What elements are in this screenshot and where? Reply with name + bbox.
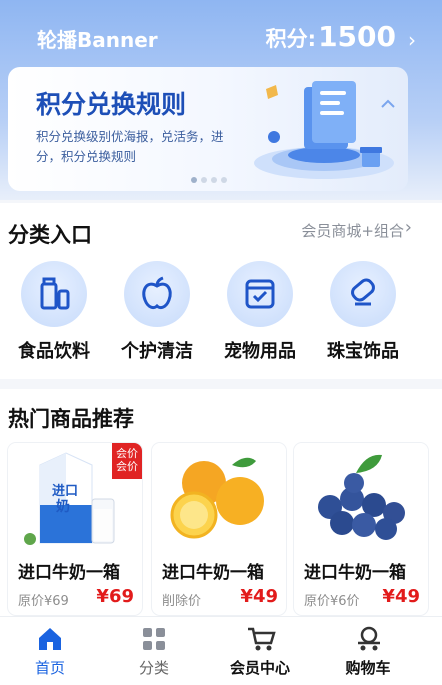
bottom-tab-bar: 首页 分类 会员中心 购物车 xyxy=(0,617,442,685)
product-name: 进口牛奶一箱 xyxy=(162,563,264,583)
sale-price: ¥49 xyxy=(382,586,420,607)
points-label: 积分: xyxy=(265,27,317,51)
tab-home[interactable]: 首页 xyxy=(0,617,100,685)
original-price: 原价¥6价 xyxy=(304,594,360,609)
original-price: 削除价 xyxy=(162,594,202,609)
tab-label: 购物车 xyxy=(345,659,391,677)
pagination-dot[interactable] xyxy=(211,177,217,183)
category-icon-circle xyxy=(330,261,396,327)
category-item-personal-care[interactable]: 个护清洁 xyxy=(112,261,202,363)
category-item-food[interactable]: 食品饮料 xyxy=(9,261,99,363)
top-bar: 轮播Banner 积分:1500 › xyxy=(0,18,442,58)
chevron-right-icon[interactable]: › xyxy=(405,217,412,238)
pagination-dot[interactable] xyxy=(221,177,227,183)
home-icon xyxy=(39,628,61,650)
member-price-badge: 会价 会价 xyxy=(112,443,142,479)
product-card[interactable]: 进口牛奶一箱 削除价 ¥49 xyxy=(152,443,286,615)
member-mall-link[interactable]: 会员商城+组合 xyxy=(301,220,404,241)
sale-price: ¥49 xyxy=(240,586,278,607)
category-label: 个护清洁 xyxy=(121,341,193,362)
apple-icon xyxy=(142,276,172,310)
product-card[interactable]: 进口牛奶一箱 原价¥6价 ¥49 xyxy=(294,443,428,615)
product-name: 进口牛奶一箱 xyxy=(18,563,120,583)
svg-text:进口: 进口 xyxy=(52,484,78,499)
tab-label: 首页 xyxy=(34,659,65,677)
product-card[interactable]: 进口 奶 会价 会价 进口牛奶一箱 原价¥69 ¥69 xyxy=(8,443,142,615)
chevron-right-icon[interactable]: › xyxy=(408,28,416,52)
points-value: 1500 xyxy=(318,20,396,53)
hot-section-title: 热门商品推荐 xyxy=(8,407,134,431)
banner-pagination xyxy=(191,177,227,183)
pagination-dot[interactable] xyxy=(201,177,207,183)
brand-title: 轮播Banner xyxy=(37,28,158,52)
product-name: 进口牛奶一箱 xyxy=(304,563,406,583)
grid-icon xyxy=(143,628,165,650)
tab-category[interactable]: 分类 xyxy=(104,617,204,685)
tab-label: 会员中心 xyxy=(229,659,290,677)
category-label: 珠宝饰品 xyxy=(327,341,399,362)
hot-products-section: 热门商品推荐 进口 奶 会价 会价 进口牛奶一箱 原价¥69 ¥69 进口牛奶一箱… xyxy=(0,389,442,619)
cart-icon xyxy=(248,627,276,651)
tab-label: 分类 xyxy=(138,659,169,677)
jewelry-tag-icon xyxy=(351,278,375,306)
category-icon-circle xyxy=(227,261,293,327)
sale-price: ¥69 xyxy=(96,586,134,607)
oranges-image xyxy=(152,443,286,551)
original-price: 原价¥69 xyxy=(18,594,69,609)
points-display[interactable]: 积分:1500 xyxy=(266,20,396,53)
svg-text:奶: 奶 xyxy=(56,498,70,515)
category-label: 食品饮料 xyxy=(18,341,90,362)
category-icon-circle xyxy=(21,261,87,327)
category-item-pet[interactable]: 宠物用品 xyxy=(215,261,305,363)
blueberries-image xyxy=(294,443,428,551)
pagination-dot[interactable] xyxy=(191,177,197,183)
category-section: 分类入口 会员商城+组合 › 食品饮料 个护清洁 宠物用品 珠宝饰品 xyxy=(0,203,442,379)
banner-title: 积分兑换规则 xyxy=(36,90,187,119)
category-icon-circle xyxy=(124,261,190,327)
banner-description: 积分兑换级别优海报，兑活务，进分，积分兑换规则 xyxy=(36,129,224,164)
category-label: 宠物用品 xyxy=(224,341,296,362)
category-item-jewelry[interactable]: 珠宝饰品 xyxy=(318,261,408,363)
calendar-check-icon xyxy=(245,279,275,309)
tab-shopping-cart[interactable]: 购物车 xyxy=(318,617,418,685)
shopping-trolley-icon xyxy=(358,626,380,651)
drink-bottles-icon xyxy=(40,277,70,310)
tab-member-center[interactable]: 会员中心 xyxy=(210,617,310,685)
document-illustration-icon xyxy=(254,81,395,179)
category-section-title: 分类入口 xyxy=(8,223,92,247)
promo-banner[interactable]: 积分兑换规则 积分兑换级别优海报，兑活务，进分，积分兑换规则 xyxy=(8,67,408,191)
